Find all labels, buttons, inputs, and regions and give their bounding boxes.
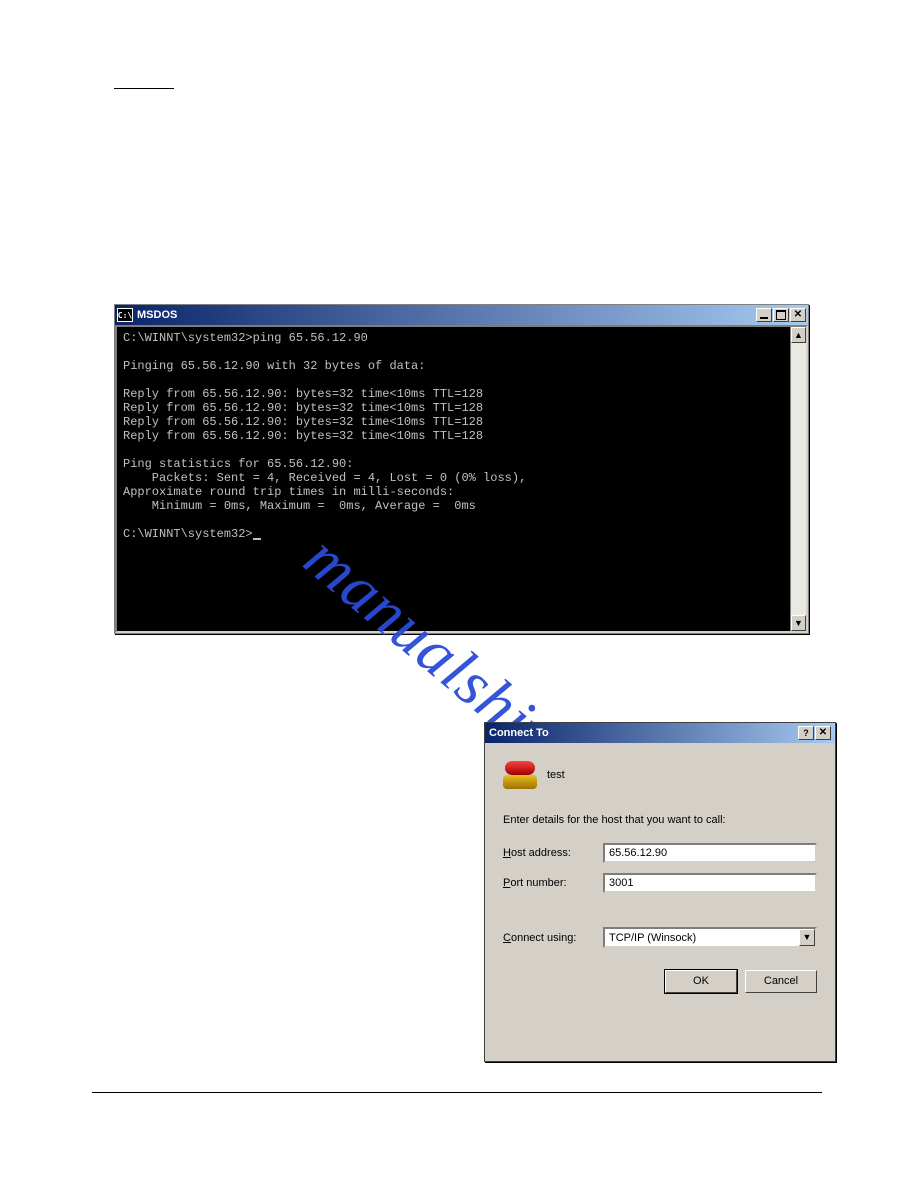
port-number-input[interactable]: [603, 873, 817, 893]
phone-icon: [503, 761, 537, 789]
short-rule: [114, 88, 174, 89]
console-line: Reply from 65.56.12.90: bytes=32 time<10…: [123, 401, 483, 415]
host-address-input[interactable]: [603, 843, 817, 863]
console-line: Reply from 65.56.12.90: bytes=32 time<10…: [123, 429, 483, 443]
console-line: C:\WINNT\system32>: [123, 527, 253, 541]
msdos-titlebar[interactable]: C:\ MSDOS ✕: [115, 305, 808, 325]
console-line: Approximate round trip times in milli-se…: [123, 485, 454, 499]
connect-using-select[interactable]: TCP/IP (Winsock) ▼: [603, 927, 817, 948]
help-button[interactable]: ?: [798, 726, 814, 740]
console-line: Packets: Sent = 4, Received = 4, Lost = …: [123, 471, 526, 485]
cancel-button[interactable]: Cancel: [745, 970, 817, 993]
dialog-titlebar[interactable]: Connect To ? ✕: [485, 723, 835, 743]
cursor-icon: [253, 538, 261, 540]
msdos-window: C:\ MSDOS ✕ C:\WINNT\system32>ping 65.56…: [114, 304, 809, 634]
console-line: Ping statistics for 65.56.12.90:: [123, 457, 353, 471]
console-line: Reply from 65.56.12.90: bytes=32 time<10…: [123, 415, 483, 429]
console-line: Minimum = 0ms, Maximum = 0ms, Average = …: [123, 499, 476, 513]
connection-name: test: [547, 769, 565, 781]
close-button[interactable]: ✕: [790, 308, 806, 322]
connect-using-label: Connect using:: [503, 932, 603, 944]
bottom-rule: [92, 1092, 822, 1093]
dialog-prompt: Enter details for the host that you want…: [503, 811, 817, 829]
connect-to-dialog: Connect To ? ✕ test Enter details for th…: [484, 722, 836, 1062]
dialog-close-button[interactable]: ✕: [815, 726, 831, 740]
msdos-title: MSDOS: [137, 309, 756, 321]
dialog-title: Connect To: [489, 727, 798, 739]
scroll-track[interactable]: [791, 343, 806, 615]
host-address-label: Host address:: [503, 847, 603, 859]
ok-button[interactable]: OK: [665, 970, 737, 993]
maximize-button[interactable]: [773, 308, 789, 322]
vertical-scrollbar[interactable]: ▲ ▼: [790, 327, 806, 631]
console-line: Pinging 65.56.12.90 with 32 bytes of dat…: [123, 359, 425, 373]
connect-using-value: TCP/IP (Winsock): [605, 932, 799, 944]
scroll-down-button[interactable]: ▼: [791, 615, 806, 631]
port-number-label: Port number:: [503, 877, 603, 889]
console-output: C:\WINNT\system32>ping 65.56.12.90 Pingi…: [117, 327, 790, 631]
scroll-up-button[interactable]: ▲: [791, 327, 806, 343]
msdos-icon: C:\: [117, 308, 133, 322]
console-line: Reply from 65.56.12.90: bytes=32 time<10…: [123, 387, 483, 401]
console-line: C:\WINNT\system32>ping 65.56.12.90: [123, 331, 368, 345]
chevron-down-icon[interactable]: ▼: [799, 929, 815, 946]
minimize-button[interactable]: [756, 308, 772, 322]
